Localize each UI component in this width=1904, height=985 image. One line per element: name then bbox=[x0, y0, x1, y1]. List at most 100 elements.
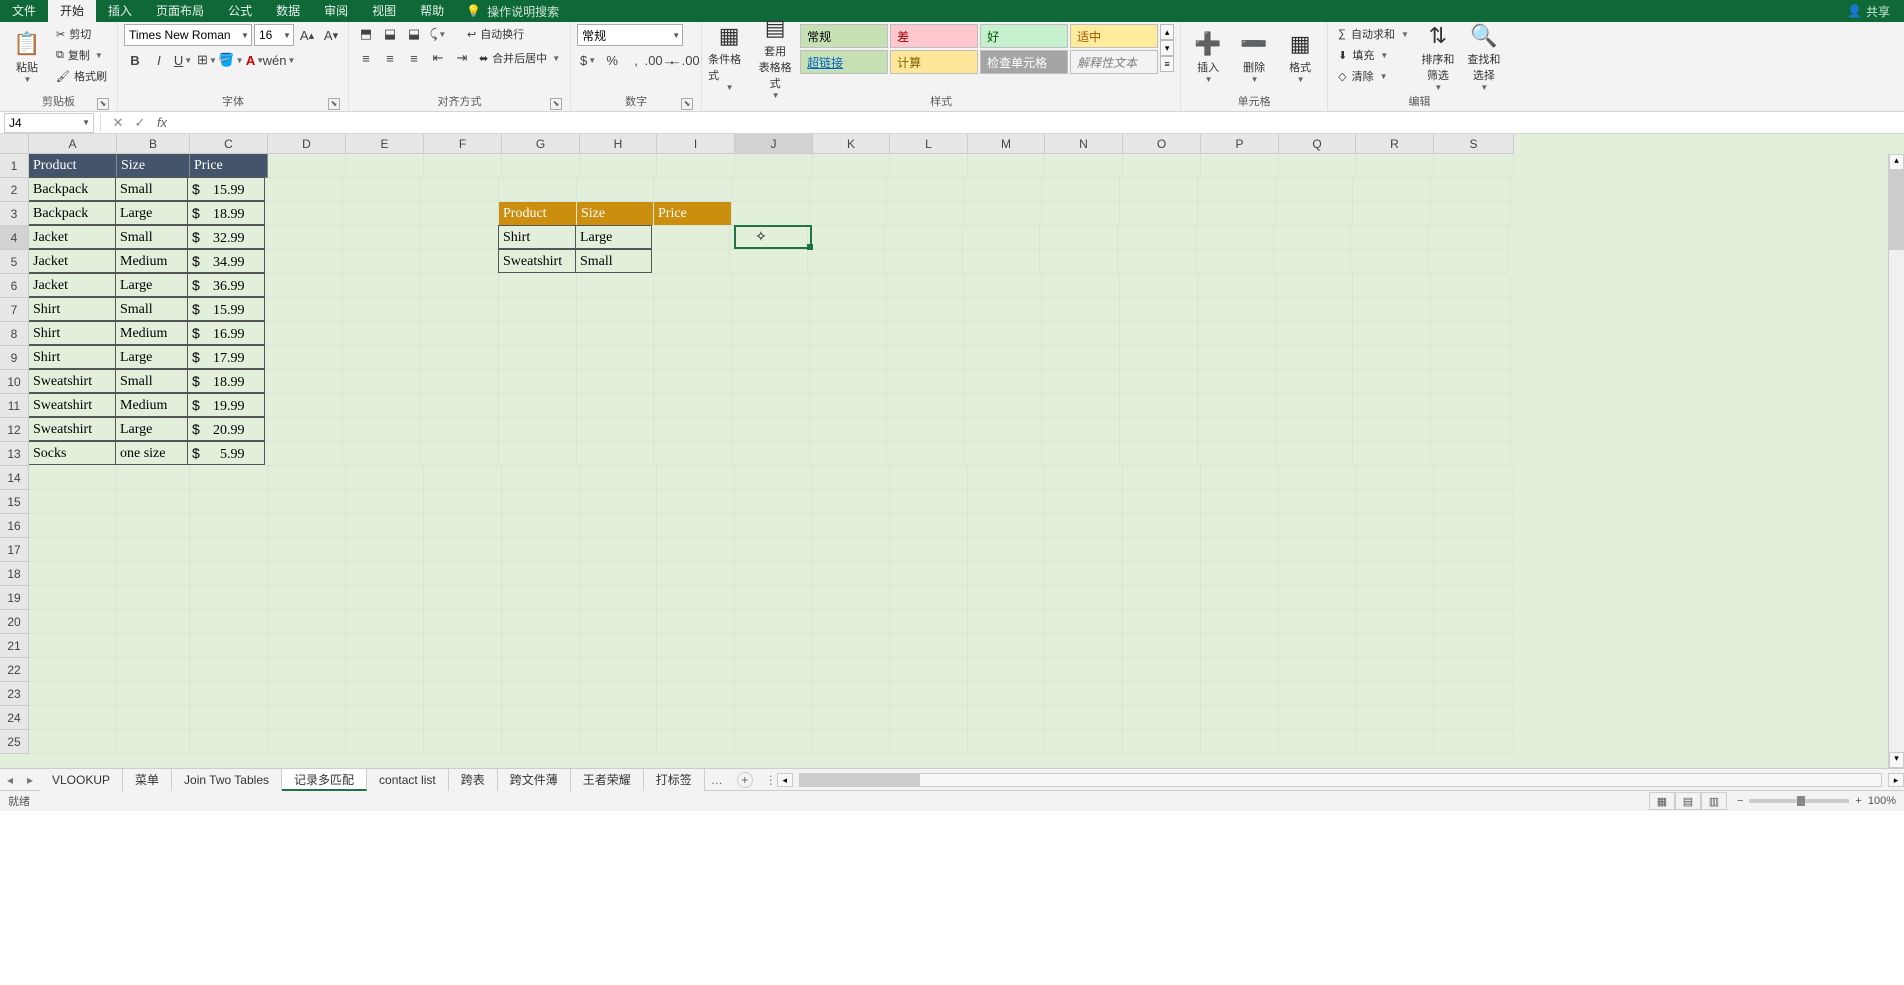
cell-M11[interactable] bbox=[965, 394, 1042, 418]
cell-K21[interactable] bbox=[813, 634, 890, 658]
cell-E9[interactable] bbox=[343, 346, 421, 370]
cell-R7[interactable] bbox=[1353, 298, 1431, 322]
cell-J10[interactable] bbox=[732, 370, 810, 394]
cell-H9[interactable] bbox=[577, 346, 654, 370]
cell-S16[interactable] bbox=[1434, 514, 1514, 538]
cell-B1[interactable]: Size bbox=[117, 154, 190, 178]
cell-N14[interactable] bbox=[1045, 466, 1123, 490]
cell-M14[interactable] bbox=[968, 466, 1045, 490]
row-header-2[interactable]: 2 bbox=[0, 178, 29, 202]
cell-N13[interactable] bbox=[1042, 442, 1120, 466]
cell-H23[interactable] bbox=[580, 682, 657, 706]
cell-F23[interactable] bbox=[424, 682, 502, 706]
cell-M25[interactable] bbox=[968, 730, 1045, 754]
cell-R22[interactable] bbox=[1356, 658, 1434, 682]
cell-H17[interactable] bbox=[580, 538, 657, 562]
cell-R3[interactable] bbox=[1353, 202, 1431, 226]
cell-I15[interactable] bbox=[657, 490, 735, 514]
cell-K16[interactable] bbox=[813, 514, 890, 538]
column-header-L[interactable]: L bbox=[890, 134, 968, 154]
scroll-down-button[interactable]: ▾ bbox=[1889, 752, 1904, 768]
cell-M5[interactable] bbox=[963, 250, 1040, 274]
cell-S18[interactable] bbox=[1434, 562, 1514, 586]
cell-S13[interactable] bbox=[1431, 442, 1511, 466]
cell-L13[interactable] bbox=[887, 442, 965, 466]
row-header-15[interactable]: 15 bbox=[0, 490, 29, 514]
sheet-overflow-button[interactable]: … bbox=[705, 773, 729, 787]
vertical-scrollbar[interactable]: ▴ ▾ bbox=[1888, 154, 1904, 768]
cell-C9[interactable]: $ 17.99 bbox=[187, 345, 265, 369]
cell-A19[interactable] bbox=[29, 586, 117, 610]
cell-S2[interactable] bbox=[1431, 178, 1511, 202]
cell-F7[interactable] bbox=[421, 298, 499, 322]
cell-O7[interactable] bbox=[1120, 298, 1198, 322]
tab-page-layout[interactable]: 页面布局 bbox=[144, 0, 216, 22]
cell-A25[interactable] bbox=[29, 730, 117, 754]
increase-font-button[interactable]: A▴ bbox=[296, 25, 318, 45]
cell-E14[interactable] bbox=[346, 466, 424, 490]
cell-S20[interactable] bbox=[1434, 610, 1514, 634]
cell-F4[interactable] bbox=[421, 226, 499, 250]
cell-J6[interactable] bbox=[732, 274, 810, 298]
cell-B25[interactable] bbox=[117, 730, 190, 754]
cell-C13[interactable]: $ 5.99 bbox=[187, 441, 265, 465]
cell-L10[interactable] bbox=[887, 370, 965, 394]
cell-D6[interactable] bbox=[265, 274, 343, 298]
conditional-formatting-button[interactable]: ▦条件格式▼ bbox=[708, 24, 750, 90]
cell-H4[interactable]: Large bbox=[575, 225, 652, 249]
cell-C19[interactable] bbox=[190, 586, 268, 610]
cell-F3[interactable] bbox=[421, 202, 499, 226]
cell-H3[interactable]: Size bbox=[577, 202, 654, 226]
cell-G7[interactable] bbox=[499, 298, 577, 322]
cell-Q22[interactable] bbox=[1279, 658, 1356, 682]
cell-I9[interactable] bbox=[654, 346, 732, 370]
cell-I19[interactable] bbox=[657, 586, 735, 610]
increase-indent-button[interactable]: ⇥ bbox=[451, 48, 473, 68]
cell-D5[interactable] bbox=[265, 250, 343, 274]
cell-M12[interactable] bbox=[965, 418, 1042, 442]
cell-J8[interactable] bbox=[732, 322, 810, 346]
cell-O25[interactable] bbox=[1123, 730, 1201, 754]
cell-Q16[interactable] bbox=[1279, 514, 1356, 538]
fill-color-button[interactable]: 🪣▼ bbox=[220, 50, 242, 70]
cell-O4[interactable] bbox=[1118, 226, 1196, 250]
cell-M2[interactable] bbox=[965, 178, 1042, 202]
cell-G21[interactable] bbox=[502, 634, 580, 658]
cell-R2[interactable] bbox=[1353, 178, 1431, 202]
cell-G15[interactable] bbox=[502, 490, 580, 514]
cell-M18[interactable] bbox=[968, 562, 1045, 586]
cell-N5[interactable] bbox=[1040, 250, 1118, 274]
cell-N16[interactable] bbox=[1045, 514, 1123, 538]
font-size-combo[interactable]: 16▼ bbox=[254, 24, 294, 46]
cell-O17[interactable] bbox=[1123, 538, 1201, 562]
cell-J24[interactable] bbox=[735, 706, 813, 730]
cell-F19[interactable] bbox=[424, 586, 502, 610]
column-header-F[interactable]: F bbox=[424, 134, 502, 154]
cell-H5[interactable]: Small bbox=[575, 249, 652, 273]
cell-A2[interactable]: Backpack bbox=[28, 177, 116, 201]
cell-G24[interactable] bbox=[502, 706, 580, 730]
cell-O2[interactable] bbox=[1120, 178, 1198, 202]
cell-O3[interactable] bbox=[1120, 202, 1198, 226]
cell-F1[interactable] bbox=[424, 154, 502, 178]
cell-R11[interactable] bbox=[1353, 394, 1431, 418]
cell-S7[interactable] bbox=[1431, 298, 1511, 322]
cell-M3[interactable] bbox=[965, 202, 1042, 226]
cell-L14[interactable] bbox=[890, 466, 968, 490]
cell-J7[interactable] bbox=[732, 298, 810, 322]
orientation-button[interactable]: ⤹▼ bbox=[427, 24, 449, 44]
cell-F9[interactable] bbox=[421, 346, 499, 370]
cell-J2[interactable] bbox=[732, 178, 810, 202]
cell-C8[interactable]: $ 16.99 bbox=[187, 321, 265, 345]
cell-H21[interactable] bbox=[580, 634, 657, 658]
cell-B12[interactable]: Large bbox=[115, 417, 188, 441]
cell-M1[interactable] bbox=[968, 154, 1045, 178]
cell-E25[interactable] bbox=[346, 730, 424, 754]
cell-H13[interactable] bbox=[577, 442, 654, 466]
cell-I12[interactable] bbox=[654, 418, 732, 442]
cell-N15[interactable] bbox=[1045, 490, 1123, 514]
cell-G18[interactable] bbox=[502, 562, 580, 586]
cell-I10[interactable] bbox=[654, 370, 732, 394]
cell-C21[interactable] bbox=[190, 634, 268, 658]
cell-C17[interactable] bbox=[190, 538, 268, 562]
